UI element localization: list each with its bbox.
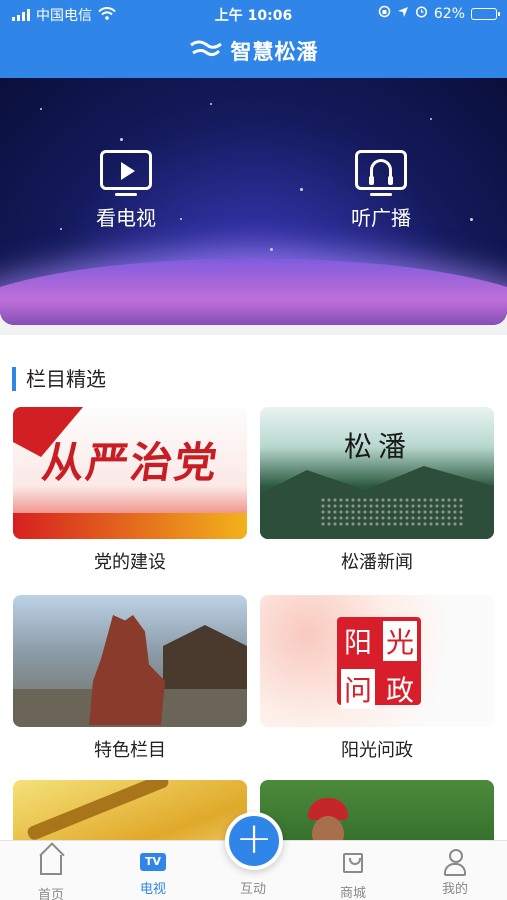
tab-label: 电视 [139, 882, 166, 897]
card-image-statue [13, 595, 247, 727]
user-icon [443, 849, 467, 876]
card-caption: 阳光问政 [341, 740, 413, 761]
statue-shape [89, 615, 165, 725]
app-title-text: 智慧松潘 [230, 40, 319, 64]
listen-radio-label: 听广播 [351, 206, 411, 230]
tab-label: 我的 [441, 882, 468, 897]
rotation-lock-icon [378, 5, 391, 22]
ribbon-decoration [13, 513, 247, 539]
location-icon [397, 6, 409, 22]
hero-banner: 看电视 听广播 [0, 78, 507, 325]
tab-label: 商城 [339, 886, 366, 900]
card-image-seal: 阳 光 问 政 [260, 595, 494, 727]
image-calligraphy: 松潘 [344, 430, 413, 463]
shopping-bag-icon [343, 853, 363, 873]
app-header: 中国电信 上午 10:06 62% 智慧松潘 [0, 0, 507, 78]
featured-section: 栏目精选 从严治党 党的建设 松潘 松潘新闻 特色栏目 阳 光 问 政 阳光问政 [0, 335, 507, 900]
home-icon [40, 855, 62, 875]
tab-home[interactable]: 首页 [16, 849, 86, 900]
tv-icon: TV [140, 853, 166, 871]
card-caption: 松潘新闻 [341, 552, 413, 573]
interact-plus-button[interactable]: + [225, 812, 283, 870]
card-songpan-news[interactable]: 松潘 松潘新闻 [260, 407, 494, 574]
tab-tv[interactable]: TV 电视 [118, 849, 188, 897]
tab-mall[interactable]: 商城 [318, 849, 388, 900]
tv-play-icon [100, 150, 152, 196]
card-featured-column[interactable]: 特色栏目 [13, 595, 247, 762]
card-caption: 党的建设 [94, 552, 166, 573]
planet-horizon [0, 258, 507, 325]
city-gate-shape [163, 625, 247, 695]
red-seal: 阳 光 问 政 [337, 617, 421, 709]
card-caption: 特色栏目 [94, 740, 166, 761]
tab-label: 互动 [239, 882, 266, 897]
card-sunshine-politics[interactable]: 阳 光 问 政 阳光问政 [260, 595, 494, 762]
card-party-building[interactable]: 从严治党 党的建设 [13, 407, 247, 574]
card-image-landscape: 松潘 [260, 407, 494, 539]
tab-profile[interactable]: 我的 [420, 849, 490, 897]
battery-icon [471, 7, 500, 20]
key-shape [25, 780, 171, 842]
app-title: 智慧松潘 [0, 36, 507, 66]
town-shape [320, 497, 464, 527]
radio-headphone-icon [355, 150, 407, 196]
section-title: 栏目精选 [12, 367, 106, 391]
watch-tv-label: 看电视 [96, 206, 156, 230]
image-slogan: 从严治党 [39, 438, 223, 487]
app-logo-icon [189, 39, 223, 64]
plus-icon: + [235, 813, 273, 864]
listen-radio-button[interactable]: 听广播 [321, 150, 441, 231]
status-bar: 中国电信 上午 10:06 62% [0, 0, 507, 28]
watch-tv-button[interactable]: 看电视 [66, 150, 186, 231]
card-image-party: 从严治党 [13, 407, 247, 539]
alarm-icon [415, 5, 428, 22]
tab-label: 首页 [37, 888, 64, 900]
battery-percent: 62% [433, 5, 465, 22]
